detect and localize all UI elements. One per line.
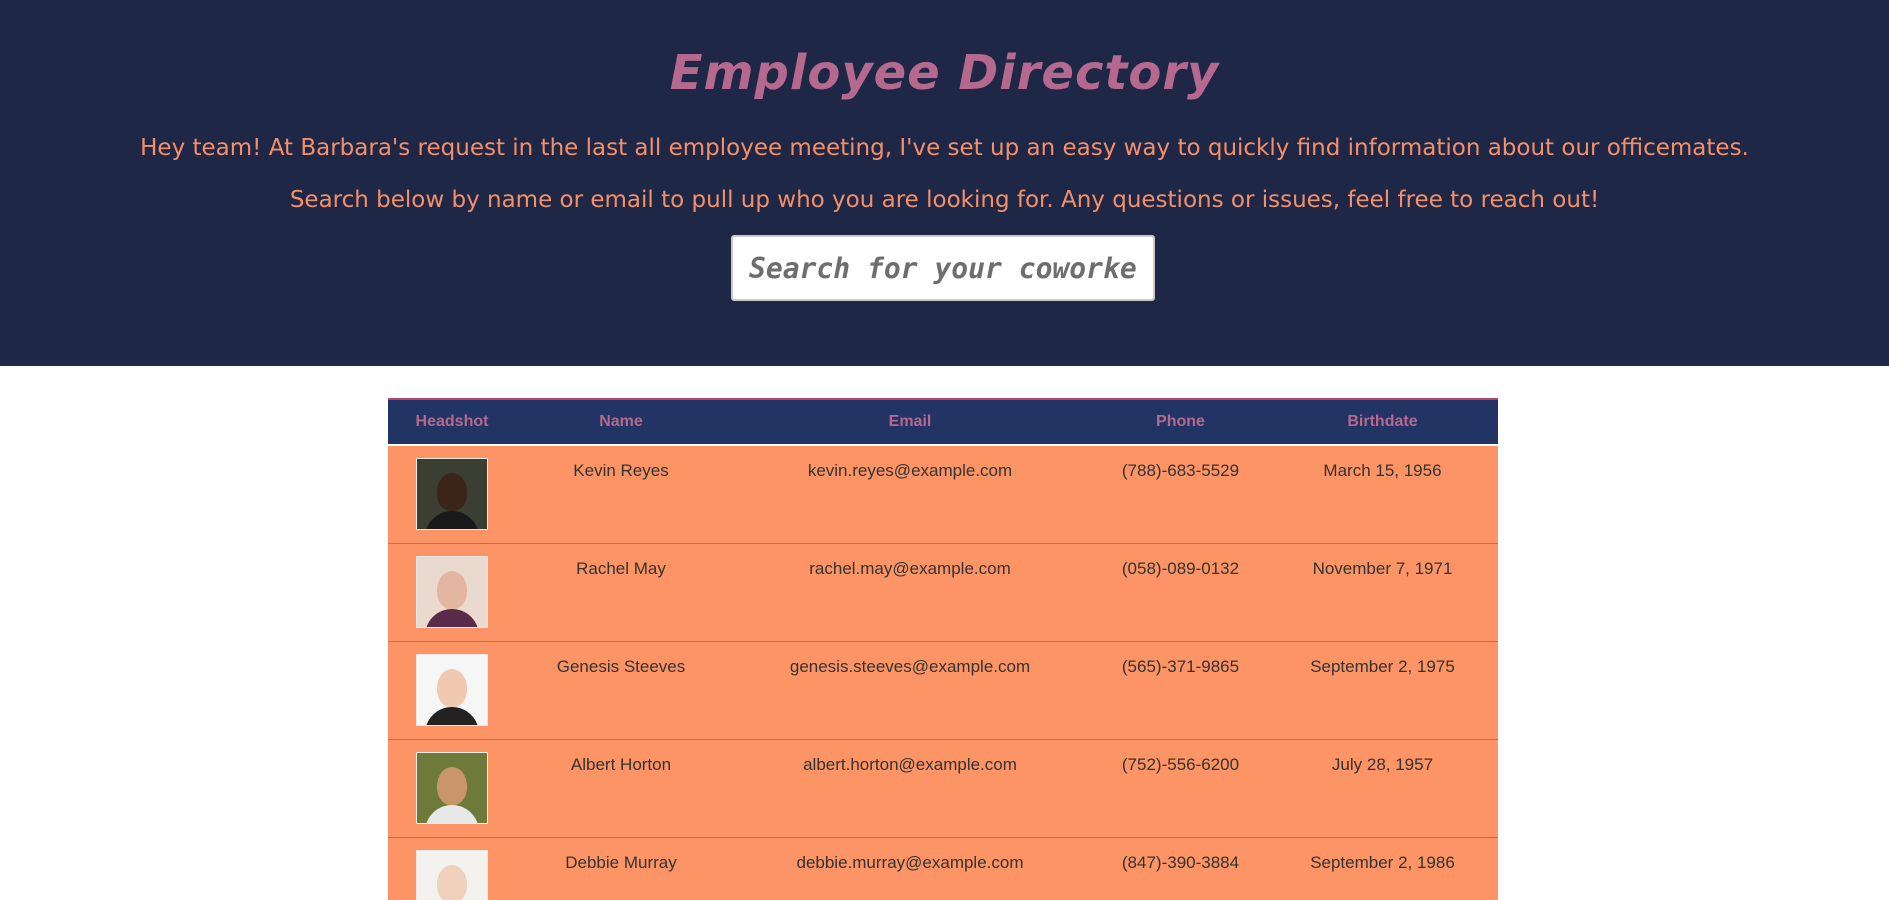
employee-name: Debbie Murray: [565, 853, 677, 872]
employee-email: rachel.may@example.com: [809, 559, 1011, 578]
table-row: Rachel May rachel.may@example.com (058)-08…: [388, 544, 1498, 642]
table-header: Headshot Name Email Phone Birthdate: [388, 398, 1498, 446]
headshot-cell: [388, 740, 516, 824]
employee-birthdate: September 2, 1986: [1310, 853, 1455, 872]
employee-phone: (058)-089-0132: [1121, 559, 1240, 578]
headshot-image: [416, 458, 488, 530]
intro-text-line-2: Search below by name or email to pull up…: [289, 187, 1600, 213]
employee-phone: (788)-683-5529: [1121, 461, 1240, 480]
table-row: Genesis Steeves genesis.steeves@example.c…: [388, 642, 1498, 740]
employee-birthdate: March 15, 1956: [1323, 461, 1442, 480]
column-header-name[interactable]: Name: [516, 413, 726, 431]
headshot-image: [416, 654, 488, 726]
headshot-image: [416, 850, 488, 900]
column-header-headshot[interactable]: Headshot: [388, 413, 516, 431]
table-row: Debbie Murray debbie.murray@example.com (8…: [388, 838, 1498, 900]
employee-name: Albert Horton: [570, 755, 672, 774]
employee-email: debbie.murray@example.com: [796, 853, 1024, 872]
employee-phone: (565)-371-9865: [1121, 657, 1240, 676]
employee-email: albert.horton@example.com: [803, 755, 1017, 774]
employee-phone: (847)-390-3884: [1121, 853, 1240, 872]
search-input[interactable]: [731, 235, 1155, 301]
headshot-cell: [388, 838, 516, 900]
table-row: Albert Horton albert.horton@example.com (7…: [388, 740, 1498, 838]
headshot-cell: [388, 544, 516, 628]
employee-birthdate: July 28, 1957: [1331, 755, 1434, 774]
employee-email: kevin.reyes@example.com: [807, 461, 1013, 480]
column-header-email[interactable]: Email: [726, 413, 1094, 431]
employee-email: genesis.steeves@example.com: [789, 657, 1031, 676]
headshot-image: [416, 752, 488, 824]
headshot-cell: [388, 446, 516, 530]
table-row: Kevin Reyes kevin.reyes@example.com (788)-…: [388, 446, 1498, 544]
employee-birthdate: November 7, 1971: [1312, 559, 1453, 578]
headshot-cell: [388, 642, 516, 726]
employee-name: Kevin Reyes: [573, 461, 669, 480]
column-header-phone[interactable]: Phone: [1094, 413, 1267, 431]
intro-text-line-1: Hey team! At Barbara's request in the la…: [140, 135, 1749, 161]
column-header-birthdate[interactable]: Birthdate: [1267, 413, 1498, 431]
headshot-image: [416, 556, 488, 628]
employee-name: Genesis Steeves: [556, 657, 686, 676]
employee-phone: (752)-556-6200: [1121, 755, 1240, 774]
employee-name: Rachel May: [576, 559, 666, 578]
employee-birthdate: September 2, 1975: [1310, 657, 1455, 676]
employee-table: Headshot Name Email Phone Birthdate Kevi…: [388, 398, 1498, 900]
page-title: Employee Directory: [669, 45, 1220, 101]
hero-header: Employee Directory Hey team! At Barbara'…: [0, 0, 1889, 366]
table-body: Kevin Reyes kevin.reyes@example.com (788)-…: [388, 446, 1498, 900]
